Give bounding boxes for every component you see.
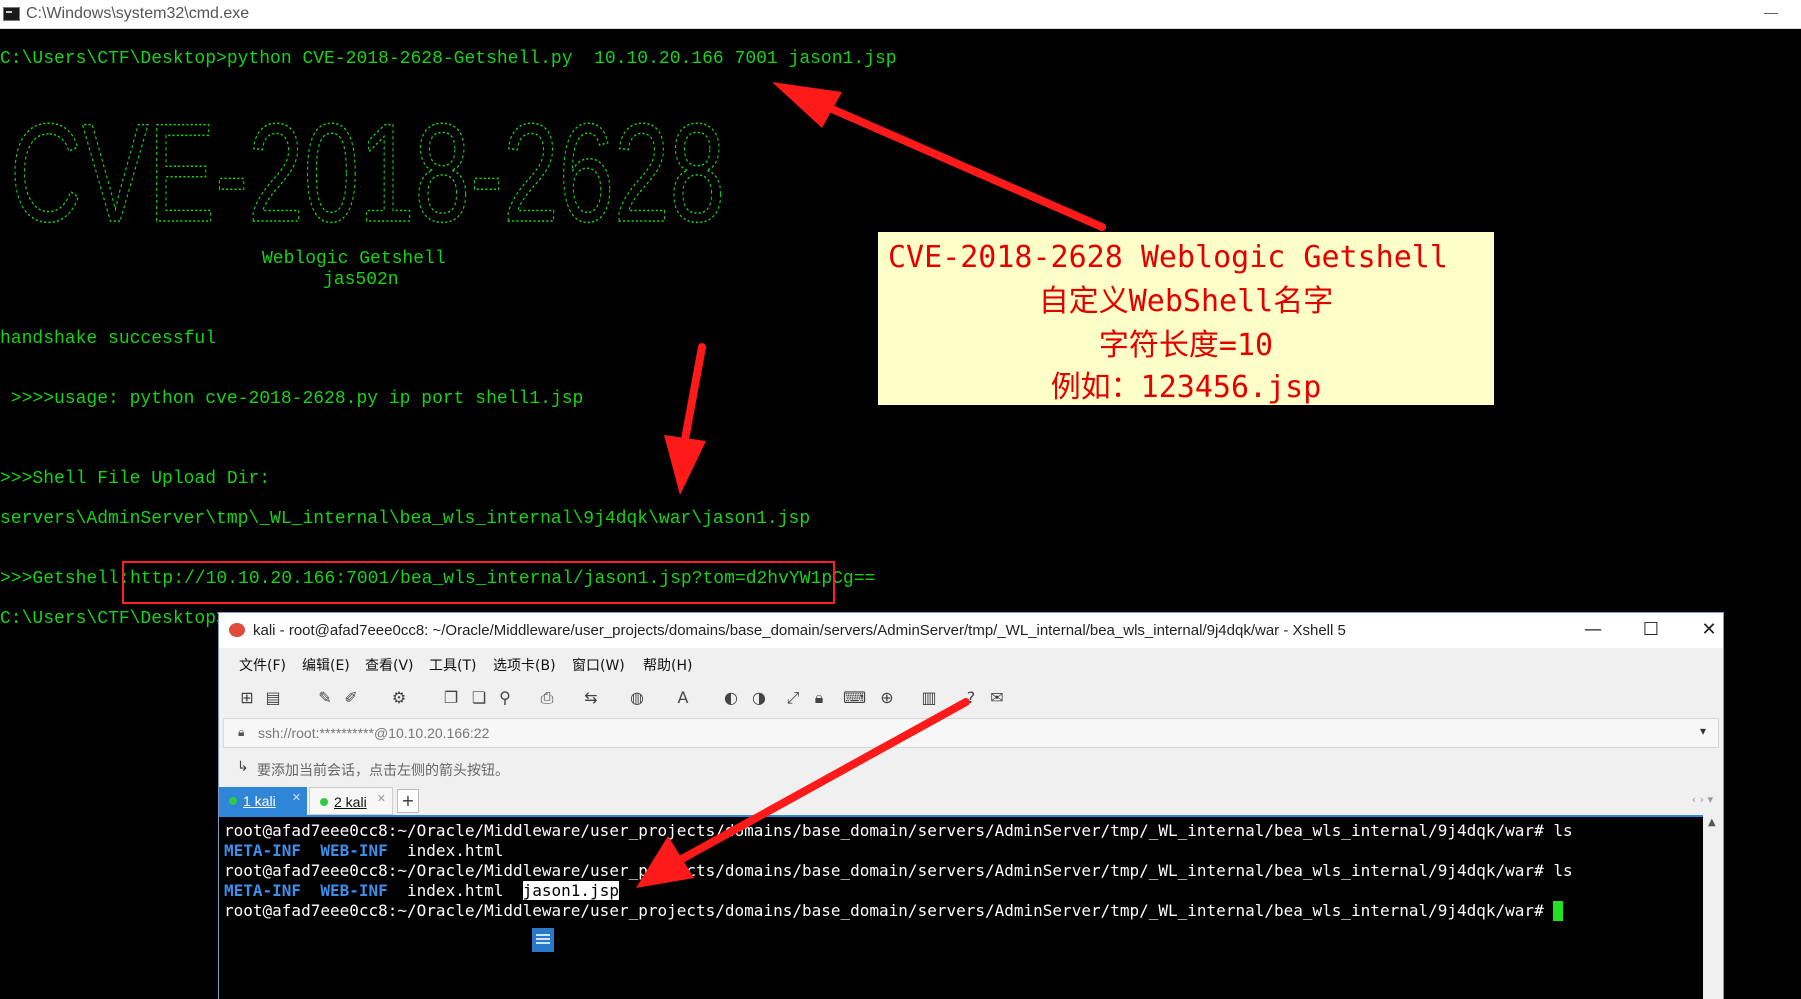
transfer-icon[interactable]: ⇆ bbox=[581, 688, 601, 708]
menu-view[interactable]: 查看(V) bbox=[365, 655, 414, 675]
menu-help[interactable]: 帮助(H) bbox=[643, 655, 692, 675]
tab-close-icon[interactable]: ✕ bbox=[377, 792, 386, 805]
command-line: C:\Users\CTF\Desktop>python CVE-2018-262… bbox=[0, 49, 897, 69]
xftp-icon[interactable]: ◐ bbox=[721, 688, 741, 708]
session-hint-bar: ↳ 要添加当前会话，点击左侧的箭头按钮。 bbox=[223, 753, 1719, 783]
annotation-callout: CVE-2018-2628 Weblogic Getshell 自定义WebSh… bbox=[878, 232, 1494, 405]
upload-path-line: servers\AdminServer\tmp\_WL_internal\bea… bbox=[0, 509, 811, 529]
terminal-line: root@afad7eee0cc8:~/Oracle/Middleware/us… bbox=[224, 821, 1573, 841]
properties-icon[interactable]: ⚙ bbox=[389, 688, 409, 708]
xshell-toolbar: ⊞ ▤ ✎ ✐ ⚙ ❐ ❏ ⚲ ⎙ ⇆ ◍ A ◐ ◑ ⤢ 🔒︎ ⌨ ⊕ ▥ ?… bbox=[219, 678, 1723, 716]
menu-edit[interactable]: 编辑(E) bbox=[302, 655, 350, 675]
terminal-prompt: root@afad7eee0cc8:~/Oracle/Middleware/us… bbox=[224, 861, 1544, 880]
fullscreen-icon[interactable]: ⤢ bbox=[783, 688, 803, 708]
tab-nav-icon[interactable]: ‹ › ▾ bbox=[1692, 793, 1713, 806]
connected-dot-icon bbox=[320, 798, 328, 806]
address-dropdown-icon[interactable]: ▾ bbox=[1700, 724, 1706, 738]
globe-icon[interactable]: ◍ bbox=[627, 688, 647, 708]
terminal-prompt: root@afad7eee0cc8:~/Oracle/Middleware/us… bbox=[224, 901, 1544, 920]
cmd-titlebar: C:\Windows\system32\cmd.exe — bbox=[0, 0, 1801, 29]
xshell-close-button[interactable]: ✕ bbox=[1689, 617, 1729, 643]
xshell-maximize-button[interactable]: ☐ bbox=[1631, 617, 1671, 643]
ascii-banner: CVE-2018-2628 bbox=[10, 103, 726, 235]
tunnel-icon[interactable]: ◑ bbox=[749, 688, 769, 708]
disconnect-icon[interactable]: ✐ bbox=[341, 688, 361, 708]
terminal-line: root@afad7eee0cc8:~/Oracle/Middleware/us… bbox=[224, 861, 1573, 881]
help-icon[interactable]: ? bbox=[961, 688, 981, 708]
connect-icon[interactable]: ✎ bbox=[315, 688, 335, 708]
layout-icon[interactable]: ▥ bbox=[919, 688, 939, 708]
xshell-window: kali - root@afad7eee0cc8: ~/Oracle/Middl… bbox=[218, 612, 1724, 999]
address-bar[interactable]: 🔒︎ ssh://root:**********@10.10.20.166:22… bbox=[223, 718, 1719, 748]
terminal-command: ls bbox=[1543, 861, 1573, 880]
add-session-arrow-icon[interactable]: ↳ bbox=[237, 759, 249, 775]
lock-icon[interactable]: 🔒︎ bbox=[809, 688, 829, 708]
weblogic-label: Weblogic Getshell bbox=[262, 249, 446, 269]
open-folder-icon[interactable]: ▤ bbox=[263, 688, 283, 708]
selected-file-entry: jason1.jsp bbox=[522, 881, 619, 900]
file-entry: index.html bbox=[407, 841, 504, 860]
dir-entry: META-INF bbox=[224, 841, 302, 860]
new-session-icon[interactable]: ⊞ bbox=[237, 688, 257, 708]
paste-icon[interactable]: ❏ bbox=[469, 688, 489, 708]
handshake-line: handshake successful bbox=[0, 329, 217, 349]
xshell-logo-icon bbox=[229, 623, 245, 637]
getshell-label: >>>Getshell: bbox=[0, 569, 130, 589]
dir-entry: WEB-INF bbox=[320, 841, 388, 860]
session-tabs: 1 kali ✕ 2 kali ✕ + ‹ › ▾ bbox=[219, 787, 1723, 815]
find-icon[interactable]: ⚲ bbox=[495, 688, 515, 708]
cmd-window-title: C:\Windows\system32\cmd.exe bbox=[26, 5, 250, 22]
banner-text: CVE-2018-2628 bbox=[10, 103, 725, 235]
add-icon[interactable]: ⊕ bbox=[877, 688, 897, 708]
minimize-button[interactable]: — bbox=[1756, 2, 1786, 24]
tab-kali-2[interactable]: 2 kali ✕ bbox=[309, 787, 393, 815]
tab-label: 2 kali bbox=[334, 794, 367, 810]
dir-entry: WEB-INF bbox=[320, 881, 388, 900]
terminal-command: ls bbox=[1543, 821, 1573, 840]
callout-line-1: CVE-2018-2628 Weblogic Getshell bbox=[888, 240, 1448, 275]
xshell-titlebar: kali - root@afad7eee0cc8: ~/Oracle/Middl… bbox=[219, 613, 1723, 648]
tab-close-icon[interactable]: ✕ bbox=[292, 791, 301, 804]
dir-entry: META-INF bbox=[224, 881, 302, 900]
cmd-app-icon bbox=[3, 7, 20, 21]
terminal-line: root@afad7eee0cc8:~/Oracle/Middleware/us… bbox=[224, 901, 1564, 921]
tab-label: 1 kali bbox=[243, 793, 276, 809]
callout-line-3: 字符长度=10 bbox=[1098, 328, 1274, 363]
keyboard-icon[interactable]: ⌨ bbox=[843, 688, 866, 708]
connected-dot-icon bbox=[229, 797, 237, 805]
menu-tools[interactable]: 工具(T) bbox=[429, 655, 476, 675]
upload-dir-label: >>>Shell File Upload Dir: bbox=[0, 469, 271, 489]
callout-line-4: 例如：123456.jsp bbox=[1050, 370, 1322, 405]
callout-line-2: 自定义WebShell名字 bbox=[1038, 284, 1334, 319]
menu-window[interactable]: 窗口(W) bbox=[572, 655, 625, 675]
chat-icon[interactable]: ✉ bbox=[987, 688, 1007, 708]
new-tab-button[interactable]: + bbox=[397, 789, 419, 813]
terminal-prompt: root@afad7eee0cc8:~/Oracle/Middleware/us… bbox=[224, 821, 1544, 840]
tab-kali-1[interactable]: 1 kali ✕ bbox=[219, 787, 307, 815]
usage-line: >>>>usage: python cve-2018-2628.py ip po… bbox=[0, 389, 584, 409]
terminal-cursor bbox=[1553, 901, 1564, 921]
address-lock-icon: 🔒︎ bbox=[238, 725, 245, 739]
cmd-prompt: C:\Users\CTF\Desktop> bbox=[0, 609, 227, 629]
scroll-up-icon[interactable]: ▲ bbox=[1708, 817, 1716, 828]
address-text: ssh://root:**********@10.10.20.166:22 bbox=[258, 725, 490, 741]
author-label: jas502n bbox=[323, 270, 399, 290]
terminal-scrollbar[interactable]: ▲ bbox=[1703, 815, 1723, 999]
menu-tabs[interactable]: 选项卡(B) bbox=[493, 655, 556, 675]
terminal-line: META-INF WEB-INF index.html jason1.jsp bbox=[224, 881, 619, 901]
font-icon[interactable]: A bbox=[673, 688, 693, 708]
file-entry: index.html bbox=[407, 881, 504, 900]
print-icon[interactable]: ⎙ bbox=[537, 688, 557, 708]
xshell-minimize-button[interactable]: — bbox=[1573, 617, 1613, 643]
xshell-menubar: 文件(F) 编辑(E) 查看(V) 工具(T) 选项卡(B) 窗口(W) 帮助(… bbox=[219, 648, 1723, 678]
session-hint-text: 要添加当前会话，点击左侧的箭头按钮。 bbox=[257, 763, 509, 779]
menu-file[interactable]: 文件(F) bbox=[239, 655, 286, 675]
xshell-terminal[interactable]: root@afad7eee0cc8:~/Oracle/Middleware/us… bbox=[219, 815, 1703, 999]
ime-caret-icon bbox=[532, 928, 554, 952]
terminal-line: META-INF WEB-INF index.html bbox=[224, 841, 503, 861]
copy-icon[interactable]: ❐ bbox=[441, 688, 461, 708]
getshell-highlight-box bbox=[122, 561, 835, 604]
xshell-window-title: kali - root@afad7eee0cc8: ~/Oracle/Middl… bbox=[253, 622, 1346, 639]
